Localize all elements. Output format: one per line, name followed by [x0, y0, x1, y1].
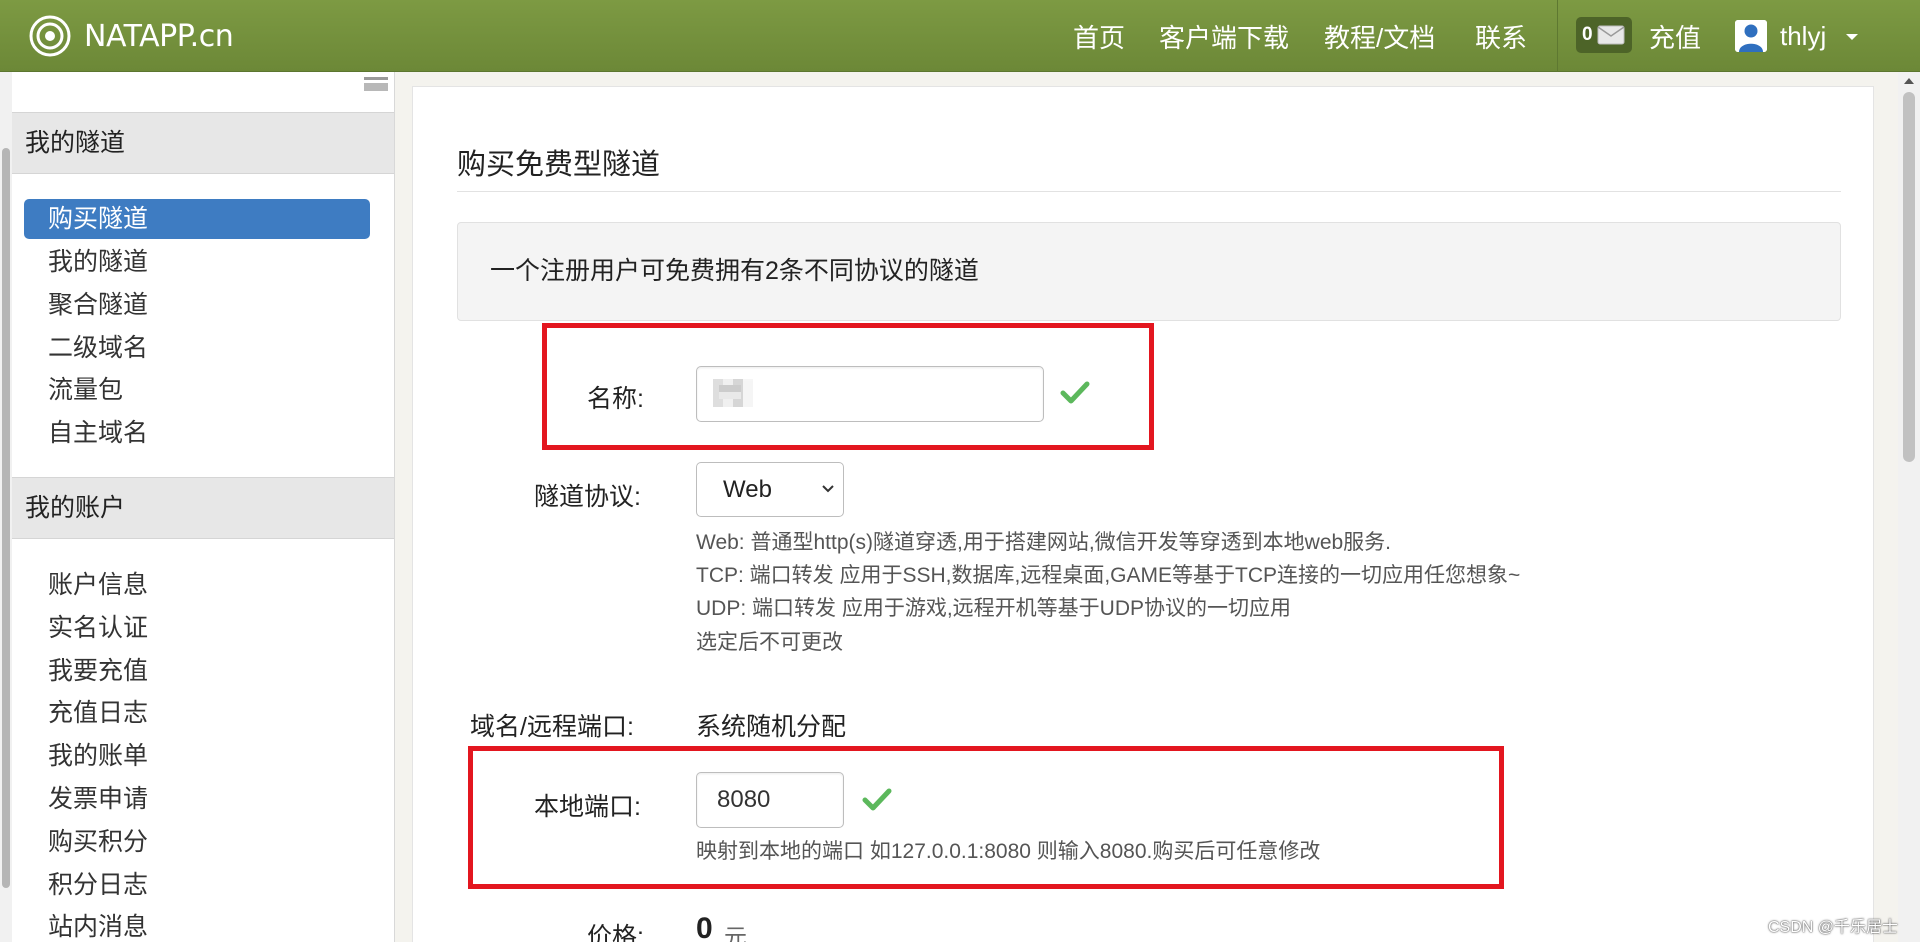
- protocol-help-note: 选定后不可更改: [696, 631, 843, 654]
- user-menu-name[interactable]: thlyj: [1780, 21, 1826, 52]
- sidebar-item-my-tunnels[interactable]: 我的隧道: [24, 242, 370, 282]
- sidebar-item-buy-tunnel[interactable]: 购买隧道: [24, 199, 370, 239]
- info-notice: 一个注册用户可免费拥有2条不同协议的隧道: [457, 222, 1841, 321]
- sidebar-collapse-icon[interactable]: [364, 74, 388, 94]
- price-unit: 元: [724, 924, 747, 942]
- watermark: CSDN @千乐居士: [1768, 919, 1899, 936]
- redacted-name-value: [713, 379, 753, 407]
- sidebar-scrollbar-thumb[interactable]: [2, 148, 10, 888]
- sidebar-item-account-info[interactable]: 账户信息: [24, 565, 370, 605]
- sidebar-item-traffic-pack[interactable]: 流量包: [24, 370, 370, 410]
- sidebar-item-points-log[interactable]: 积分日志: [24, 865, 370, 905]
- protocol-select[interactable]: Web: [696, 462, 844, 517]
- sidebar-scrollbar[interactable]: [0, 72, 12, 942]
- caret-down-icon[interactable]: [1846, 34, 1858, 40]
- protocol-help-tcp: TCP: 端口转发 应用于SSH,数据库,远程桌面,GAME等基于TCP连接的一…: [696, 564, 1521, 587]
- sidebar-item-my-bills[interactable]: 我的账单: [24, 736, 370, 776]
- envelope-icon: [1597, 25, 1625, 45]
- nav-divider: [1557, 0, 1558, 72]
- domain-value: 系统随机分配: [696, 713, 847, 741]
- top-navbar: NATAPP.cn 首页 客户端下载 教程/文档 联系 0 充值 thlyj: [0, 0, 1920, 72]
- sidebar-item-aggregate-tunnels[interactable]: 聚合隧道: [24, 285, 370, 325]
- sidebar-section-account[interactable]: 我的账户: [12, 477, 394, 539]
- sidebar-item-subdomain[interactable]: 二级域名: [24, 328, 370, 368]
- message-count: 0: [1582, 24, 1593, 45]
- sidebar-item-verification[interactable]: 实名认证: [24, 608, 370, 648]
- price-label: 价格:: [587, 923, 644, 942]
- page-scrollbar[interactable]: [1898, 72, 1920, 942]
- protocol-label: 隧道协议:: [534, 483, 641, 511]
- sidebar-item-messages[interactable]: 站内消息: [24, 907, 370, 942]
- page-title: 购买免费型隧道: [457, 149, 661, 181]
- domain-label: 域名/远程端口:: [470, 713, 634, 741]
- local-port-label: 本地端口:: [534, 793, 641, 821]
- sidebar: 我的隧道 购买隧道 我的隧道 聚合隧道 二级域名 流量包 自主域名 我的账户 账…: [12, 72, 395, 942]
- sidebar-item-invoice[interactable]: 发票申请: [24, 779, 370, 819]
- sidebar-item-recharge[interactable]: 我要充值: [24, 651, 370, 691]
- message-badge[interactable]: 0: [1576, 17, 1632, 53]
- protocol-help-web: Web: 普通型http(s)隧道穿透,用于搭建网站,微信开发等穿透到本地web…: [696, 531, 1392, 554]
- title-divider: [457, 191, 1841, 192]
- protocol-help-udp: UDP: 端口转发 应用于游戏,远程开机等基于UDP协议的一切应用: [696, 597, 1292, 620]
- nav-client-download[interactable]: 客户端下载: [1159, 18, 1289, 55]
- name-valid-check-icon: [1060, 381, 1090, 404]
- brand-name: NATAPP.cn: [84, 18, 234, 54]
- nav-recharge[interactable]: 充值: [1649, 18, 1701, 55]
- scroll-up-arrow-icon[interactable]: [1904, 78, 1914, 84]
- protocol-selected-value: Web: [723, 476, 772, 503]
- local-port-help: 映射到本地的端口 如127.0.0.1:8080 则输入8080.购买后可任意修…: [696, 840, 1321, 863]
- brand[interactable]: NATAPP.cn: [28, 12, 234, 60]
- sidebar-item-custom-domain[interactable]: 自主域名: [24, 413, 370, 453]
- nav-docs[interactable]: 教程/文档: [1324, 18, 1435, 55]
- sidebar-section-tunnels[interactable]: 我的隧道: [12, 112, 394, 174]
- natapp-logo-icon: [29, 15, 71, 57]
- chevron-down-icon: [822, 485, 834, 493]
- page-scrollbar-thumb[interactable]: [1903, 92, 1915, 462]
- sidebar-item-recharge-log[interactable]: 充值日志: [24, 693, 370, 733]
- nav-contact[interactable]: 联系: [1475, 18, 1527, 55]
- name-label: 名称:: [587, 385, 644, 413]
- local-port-input[interactable]: [696, 772, 844, 828]
- price-value: 0: [696, 912, 713, 942]
- user-avatar-icon[interactable]: [1735, 20, 1767, 52]
- port-valid-check-icon: [862, 788, 892, 811]
- nav-home[interactable]: 首页: [1073, 18, 1125, 55]
- sidebar-item-buy-points[interactable]: 购买积分: [24, 822, 370, 862]
